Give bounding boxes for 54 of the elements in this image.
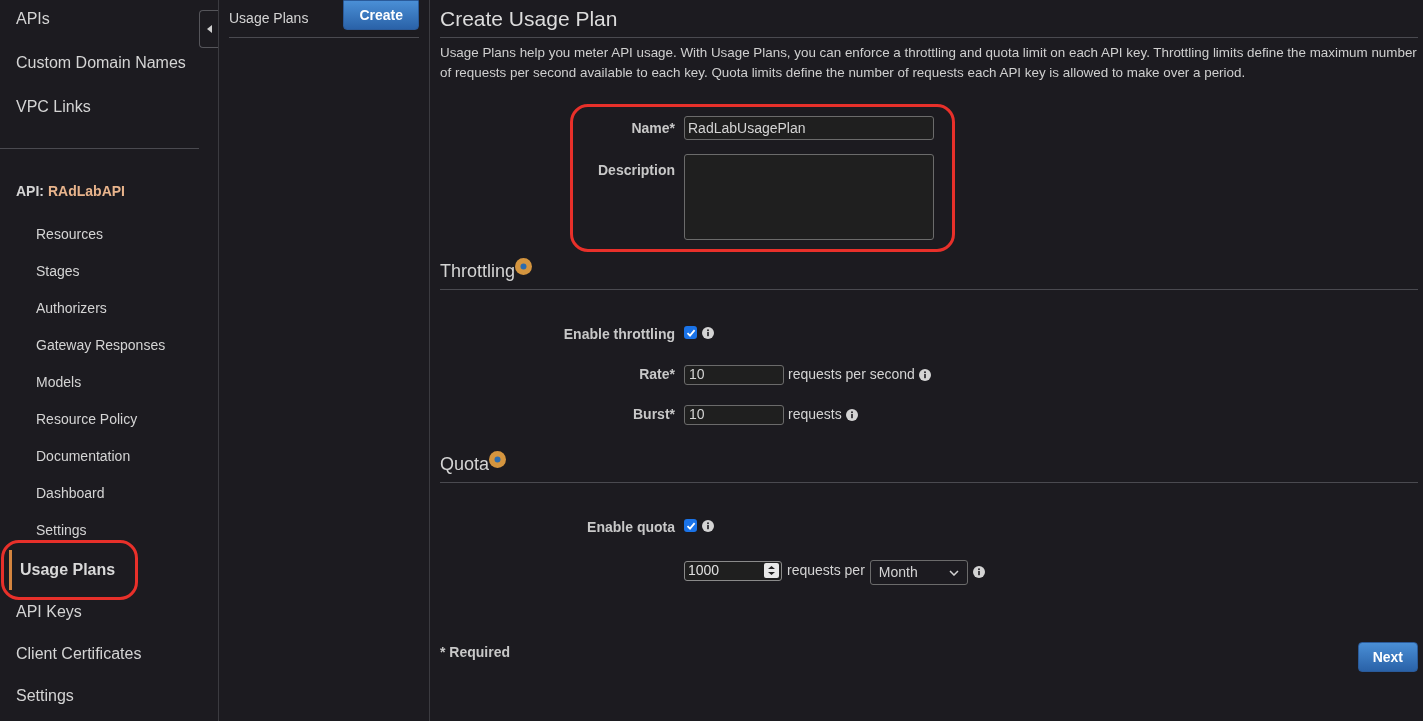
chevron-down-icon <box>948 569 959 576</box>
checkbox[interactable] <box>684 326 697 339</box>
nav-subitem[interactable]: Resource Policy <box>0 401 218 438</box>
section-title: Quota <box>440 453 490 476</box>
create-button[interactable]: Create <box>343 0 419 30</box>
unit-text: requests per second <box>788 365 915 384</box>
field-label: Enable quota <box>586 518 675 537</box>
unit-text: requests <box>788 405 842 424</box>
field-label: Enable throttling <box>562 325 675 344</box>
nav-item[interactable]: Usage Plans <box>9 550 116 590</box>
api-name: RAdLabAPI <box>48 182 125 201</box>
nav-item[interactable]: APIs <box>0 0 54 41</box>
page-title: Create Usage Plan <box>440 0 1418 38</box>
nav-subitem[interactable]: Settings <box>0 512 218 549</box>
checkbox[interactable] <box>684 519 697 532</box>
spinner-icon[interactable] <box>764 563 779 578</box>
next-button[interactable]: Next <box>1357 642 1418 672</box>
nav-item[interactable]: Client Certificates <box>0 634 142 674</box>
field-label: Rate* <box>638 365 675 384</box>
field-label: Burst* <box>632 405 675 424</box>
unit-text: requests per <box>787 561 865 580</box>
number-input[interactable]: 10 <box>684 404 784 425</box>
info-icon <box>702 326 714 339</box>
info-icon <box>918 368 931 381</box>
nav-item[interactable]: Settings <box>0 676 74 716</box>
nav-subitem[interactable]: Models <box>0 364 218 401</box>
nav-subitem[interactable]: Stages <box>0 253 218 290</box>
info-icon <box>702 519 714 532</box>
number-input[interactable]: 10 <box>684 364 784 385</box>
info-icon <box>845 408 858 421</box>
nav-subitem[interactable]: Documentation <box>0 438 218 475</box>
panel-title: Usage Plans <box>229 9 309 28</box>
api-label: API: <box>16 182 44 201</box>
info-dot-icon <box>489 451 507 468</box>
period-select[interactable]: Month <box>869 560 968 585</box>
nav-subitem[interactable]: Gateway Responses <box>0 327 218 364</box>
caret-left-icon <box>206 25 212 33</box>
nav-subitem[interactable]: Resources <box>0 216 218 253</box>
name-input[interactable]: RadLabUsagePlan <box>684 116 934 140</box>
nav-item[interactable]: API Keys <box>0 592 82 632</box>
nav-item[interactable]: Custom Domain Names <box>0 41 190 85</box>
number-stepper-input[interactable]: 1000 <box>684 560 782 581</box>
info-icon <box>972 565 985 578</box>
nav-item[interactable]: VPC Links <box>0 85 95 129</box>
required-note: * Required <box>440 642 510 662</box>
field-label: Description <box>597 161 675 180</box>
collapse-button[interactable] <box>199 10 218 48</box>
section-title: Throttling <box>440 260 516 283</box>
nav-subitem[interactable]: Authorizers <box>0 290 218 327</box>
nav-subitem[interactable]: Dashboard <box>0 475 218 512</box>
description-input[interactable] <box>684 154 934 240</box>
field-label: Name* <box>630 118 675 138</box>
intro-text: Usage Plans help you meter API usage. With Usage Plans, you can enforce a throttling and quota limit on each API key. Throttling limits define the maximum number of requests per second available to each key. Quota limits define the number of requests each API key is allowed to make over a period. <box>440 44 1418 82</box>
info-dot-icon <box>515 258 533 275</box>
